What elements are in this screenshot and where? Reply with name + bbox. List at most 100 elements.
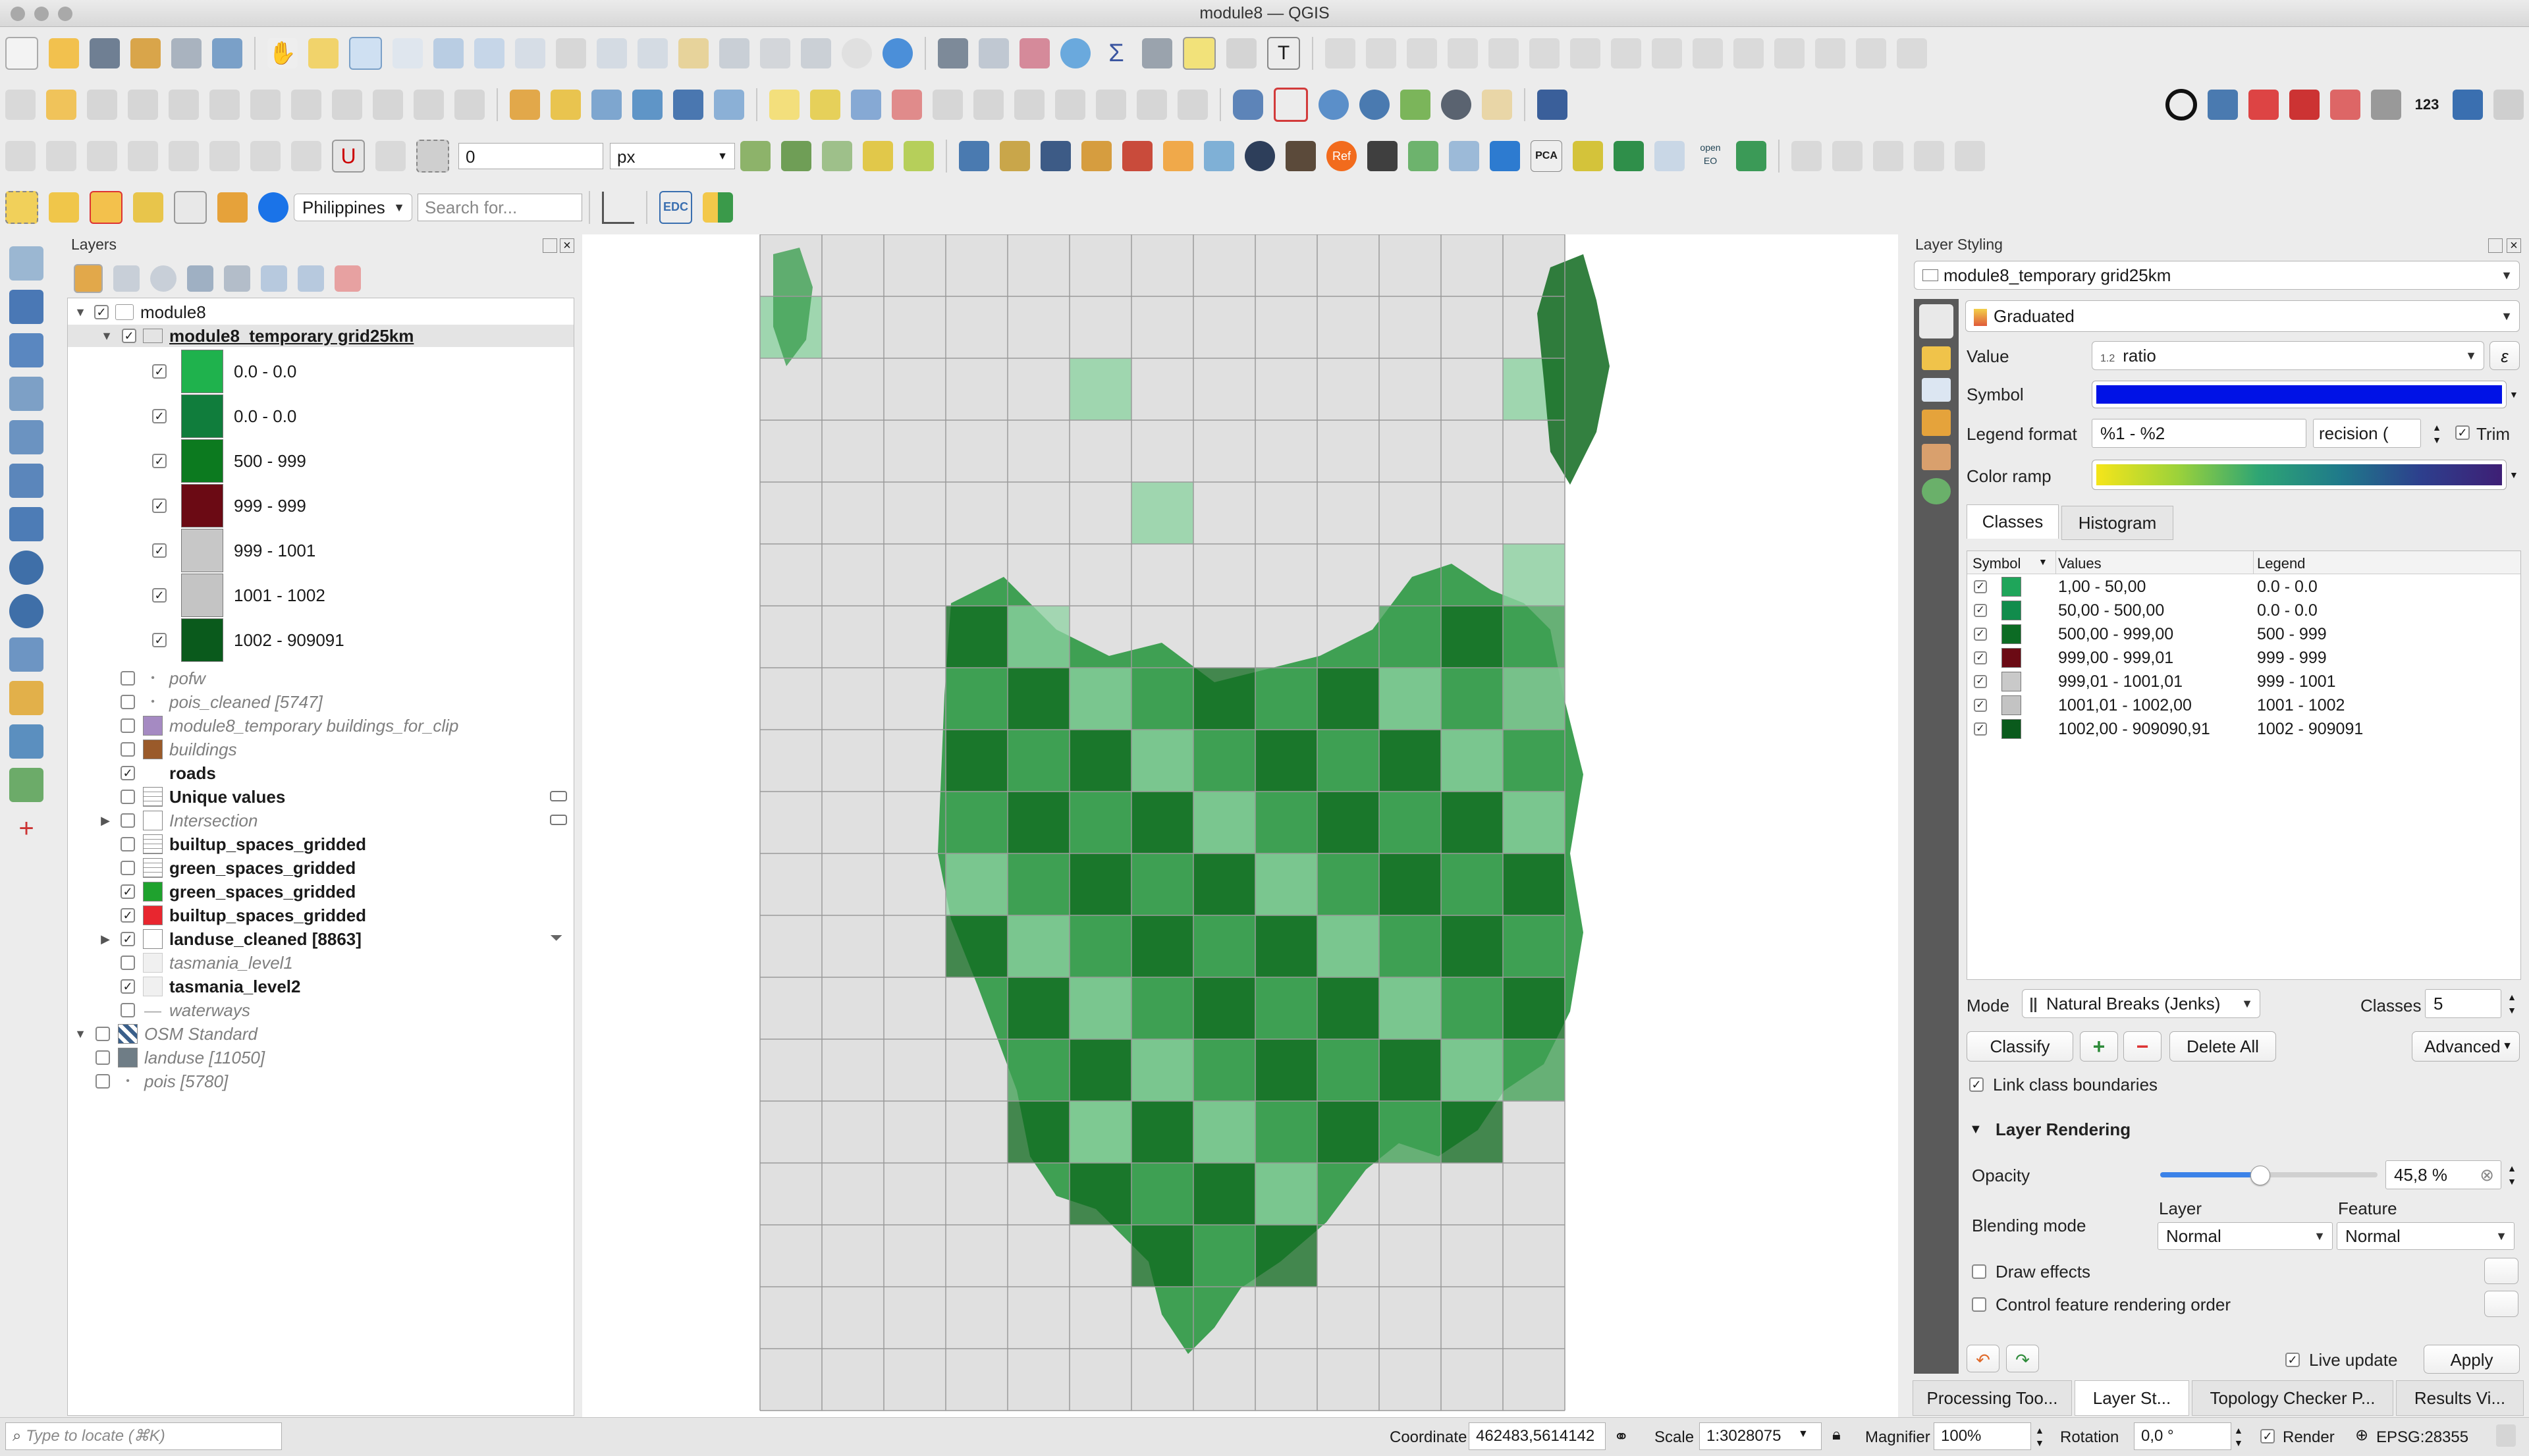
opacity-input[interactable]: 45,8 % ⊗ <box>2385 1160 2501 1189</box>
class-values[interactable]: 1001,01 - 1002,00 <box>2058 696 2192 715</box>
new-shapefile-icon[interactable] <box>591 90 622 120</box>
avoid-overlap-icon[interactable] <box>904 141 934 171</box>
embedded-widget-icon[interactable] <box>550 791 567 801</box>
snap-tool-7-icon[interactable] <box>250 141 281 171</box>
layer-row[interactable]: • pofw <box>68 667 205 689</box>
deselect-icon[interactable] <box>90 191 122 224</box>
data-source-manager-icon[interactable] <box>510 90 540 120</box>
zoom-to-selection-icon[interactable] <box>474 38 504 68</box>
filter-expression-icon[interactable] <box>224 265 250 292</box>
messages-icon[interactable] <box>2496 1424 2516 1447</box>
color-ramp-button[interactable] <box>2092 460 2507 490</box>
plugin-folder-icon[interactable] <box>1081 141 1112 171</box>
manage-visibility-icon[interactable] <box>150 265 177 292</box>
legend-checkbox[interactable]: ✓ <box>152 588 167 603</box>
class-checkbox[interactable]: ✓ <box>1974 604 1987 617</box>
add-class-icon[interactable]: + <box>2080 1031 2118 1062</box>
legend-checkbox[interactable]: ✓ <box>152 633 167 647</box>
map-canvas[interactable] <box>582 234 1898 1417</box>
select-by-location-icon[interactable] <box>133 192 163 223</box>
float-panel-icon[interactable] <box>2488 238 2503 253</box>
add-wfs-icon[interactable] <box>714 90 744 120</box>
expand-arrow-icon[interactable]: ▼ <box>73 1027 88 1041</box>
add-feature-icon[interactable] <box>128 90 158 120</box>
topology-icon[interactable] <box>781 141 811 171</box>
digitize-tool-2-icon[interactable] <box>1366 38 1396 68</box>
label-abc-icon[interactable] <box>769 90 800 120</box>
circle-tool-icon[interactable] <box>2165 89 2197 121</box>
symbology-tab-icon[interactable] <box>1919 304 1953 338</box>
intersection-icon[interactable] <box>863 141 893 171</box>
feature-blend-select[interactable]: Normal ▼ <box>2337 1222 2515 1250</box>
globe-plugin-2-icon[interactable] <box>1359 90 1390 120</box>
layer-checkbox[interactable]: ✓ <box>121 932 135 946</box>
expand-arrow-icon[interactable]: ▶ <box>98 932 113 946</box>
label-tool-9-icon[interactable] <box>1096 90 1126 120</box>
legend-item[interactable]: ✓ 999 - 999 <box>68 484 306 527</box>
shape-tool-1-icon[interactable] <box>1791 141 1822 171</box>
layer-checkbox[interactable]: ✓ <box>121 908 135 923</box>
label-tool-11-icon[interactable] <box>1178 90 1208 120</box>
select-by-expression-icon[interactable] <box>49 192 79 223</box>
digitize-line-icon[interactable] <box>632 90 663 120</box>
digitize-tool-14-icon[interactable] <box>1856 38 1886 68</box>
chevron-down-icon[interactable]: ▼ <box>2509 460 2520 490</box>
toggle-extents-icon[interactable]: ⚭ <box>1614 1426 1629 1447</box>
save-as-icon[interactable] <box>130 38 161 68</box>
open-layer-styling-icon[interactable] <box>74 264 103 293</box>
order-settings-icon[interactable] <box>2484 1291 2518 1317</box>
rotation-stepper[interactable]: ▲ ▼ <box>2234 1424 2243 1449</box>
table-grid-icon[interactable] <box>1449 141 1479 171</box>
magnifier-input[interactable]: 100% <box>1934 1422 2031 1450</box>
digitize-tool-9-icon[interactable] <box>1652 38 1682 68</box>
plugin-earth-icon[interactable] <box>1245 141 1275 171</box>
shape-tool-3-icon[interactable] <box>1873 141 1903 171</box>
route-tool-icon[interactable] <box>2248 90 2279 120</box>
filter-icon[interactable]: ⏷ <box>550 929 562 948</box>
trace-icon[interactable] <box>740 141 771 171</box>
layer-checkbox[interactable]: ✓ <box>122 329 136 343</box>
search-input[interactable]: Search for... <box>418 194 582 221</box>
chevron-down-icon[interactable]: ▼ <box>2509 381 2520 408</box>
expand-arrow-icon[interactable]: ▼ <box>99 329 114 343</box>
new-3d-view-icon[interactable] <box>719 38 749 68</box>
zoom-out-icon[interactable] <box>393 38 423 68</box>
effects-settings-icon[interactable] <box>2484 1258 2518 1284</box>
vertex-tool-icon[interactable] <box>169 90 199 120</box>
bookmark-icon[interactable] <box>760 38 790 68</box>
class-swatch[interactable] <box>2001 648 2021 668</box>
undo-icon[interactable] <box>414 90 444 120</box>
plugin-drop-icon[interactable] <box>1122 141 1153 171</box>
class-checkbox[interactable]: ✓ <box>1974 628 1987 641</box>
value-field-select[interactable]: 1.2 ratio ▼ <box>2092 341 2484 370</box>
add-group-icon[interactable] <box>113 265 140 292</box>
snapping-type-icon[interactable] <box>416 140 449 173</box>
filter-legend-icon[interactable] <box>187 265 213 292</box>
add-delimited-icon[interactable] <box>9 377 43 411</box>
digitize-tool-7-icon[interactable] <box>1570 38 1600 68</box>
country-select[interactable]: Philippines ▼ <box>294 194 412 221</box>
refresh-icon[interactable] <box>883 38 913 68</box>
header-legend[interactable]: Legend <box>2257 555 2305 572</box>
layer-row[interactable]: • pois [5780] <box>68 1070 228 1092</box>
database-icon[interactable] <box>1233 90 1263 120</box>
zoom-in-icon[interactable] <box>349 37 382 70</box>
opacity-stepper[interactable]: ▲ ▼ <box>2504 1162 2520 1188</box>
layer-row[interactable]: ✓ builtup_spaces_gridded <box>68 904 366 927</box>
styling-layer-select[interactable]: module8_temporary grid25km ▼ <box>1914 261 2520 290</box>
statistical-summary-icon[interactable]: Σ <box>1101 38 1131 68</box>
layer-checkbox[interactable] <box>121 837 135 851</box>
class-swatch[interactable] <box>2001 672 2021 691</box>
sort-down-icon[interactable]: ▼ <box>2038 556 2048 567</box>
layer-checkbox[interactable]: ✓ <box>121 979 135 994</box>
zoom-full-icon[interactable] <box>433 38 464 68</box>
labels-tab-icon[interactable] <box>1922 346 1951 370</box>
history-tab-icon[interactable] <box>1922 478 1951 504</box>
delete-all-button[interactable]: Delete All <box>2169 1031 2276 1062</box>
class-checkbox[interactable]: ✓ <box>1974 699 1987 712</box>
digitize-tool-8-icon[interactable] <box>1611 38 1641 68</box>
draw-effects-checkbox[interactable] <box>1972 1264 1986 1279</box>
openeo-icon[interactable]: open EO <box>1695 141 1726 171</box>
magnifier-stepper[interactable]: ▲ ▼ <box>2035 1424 2044 1449</box>
layer-row[interactable]: ✓ tasmania_level2 <box>68 975 300 998</box>
